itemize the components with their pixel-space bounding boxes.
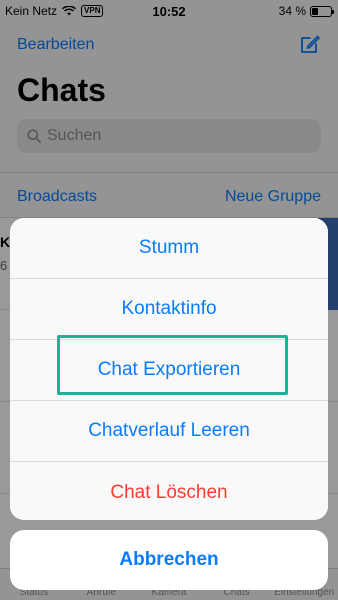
cancel-button[interactable]: Abbrechen — [10, 530, 328, 590]
action-sheet: Stumm Kontaktinfo Chat Exportieren Chatv… — [10, 218, 328, 520]
contact-info-button[interactable]: Kontaktinfo — [10, 279, 328, 340]
delete-chat-button[interactable]: Chat Löschen — [10, 462, 328, 520]
mute-button[interactable]: Stumm — [10, 218, 328, 279]
clear-chat-button[interactable]: Chatverlauf Leeren — [10, 401, 328, 462]
export-chat-button[interactable]: Chat Exportieren — [10, 340, 328, 401]
